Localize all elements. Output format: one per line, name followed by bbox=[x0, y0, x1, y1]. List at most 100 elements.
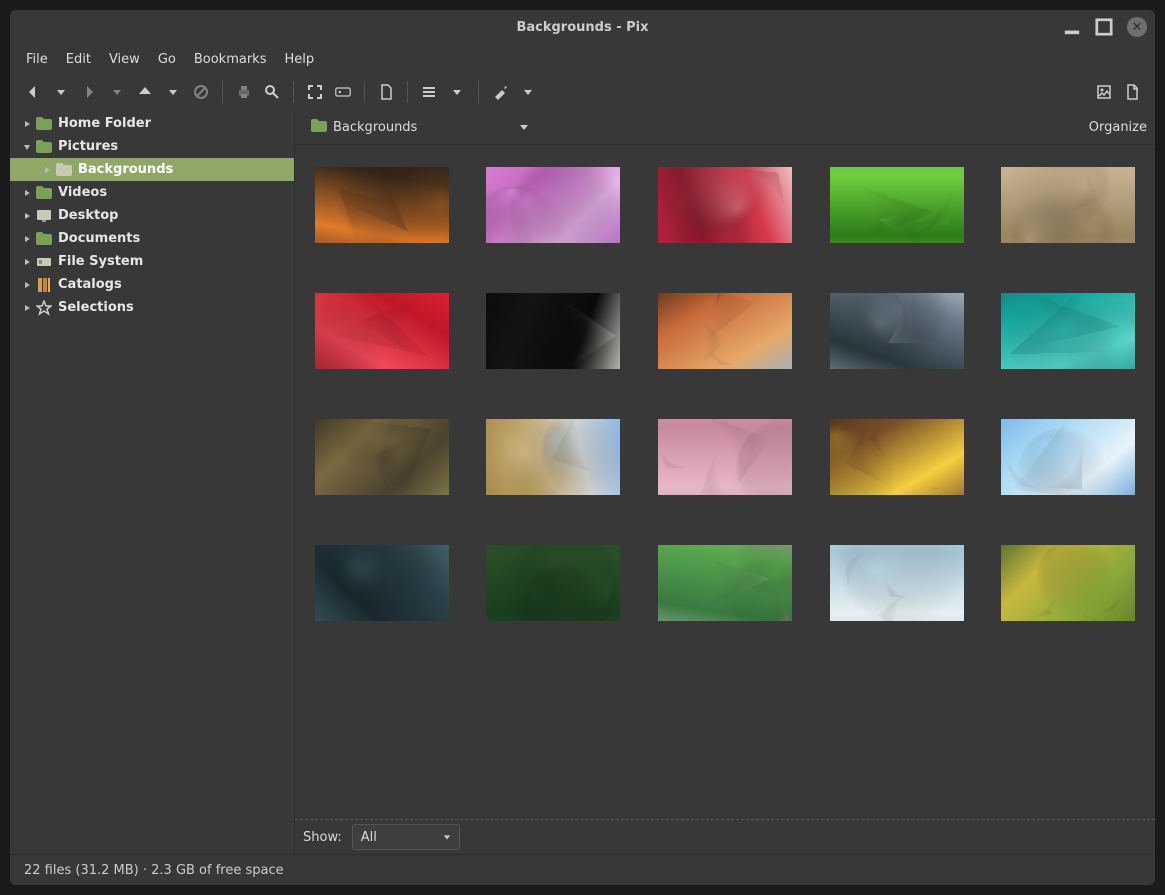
expand-icon[interactable] bbox=[20, 189, 34, 197]
thumbnail[interactable] bbox=[824, 545, 970, 621]
sidebar-item-desktop[interactable]: Desktop bbox=[10, 204, 294, 227]
expand-icon[interactable] bbox=[20, 304, 34, 312]
print-button[interactable] bbox=[231, 78, 257, 106]
expand-icon[interactable] bbox=[20, 235, 34, 243]
thumbnail[interactable] bbox=[995, 545, 1141, 621]
sidebar-item-videos[interactable]: Videos bbox=[10, 181, 294, 204]
folder-icon bbox=[56, 162, 72, 178]
sidebar-item-backgrounds[interactable]: Backgrounds bbox=[10, 158, 294, 181]
separator bbox=[364, 81, 365, 103]
sidebar-item-label: Pictures bbox=[58, 139, 118, 154]
filesystem-icon bbox=[36, 254, 52, 270]
new-file-button[interactable] bbox=[373, 78, 399, 106]
thumbnail[interactable] bbox=[652, 293, 798, 369]
expand-icon[interactable] bbox=[40, 166, 54, 174]
edit-image-button[interactable] bbox=[1119, 78, 1145, 106]
minimize-button[interactable] bbox=[1063, 18, 1081, 36]
thumbnail[interactable] bbox=[309, 419, 455, 495]
catalogs-icon bbox=[36, 277, 52, 293]
thumbnail[interactable] bbox=[652, 545, 798, 621]
thumbnail-viewer[interactable] bbox=[295, 145, 1155, 819]
thumbnail[interactable] bbox=[995, 167, 1141, 243]
expand-icon[interactable] bbox=[20, 258, 34, 266]
filter-bar: Show: All bbox=[295, 819, 1155, 854]
sidebar-item-file-system[interactable]: File System bbox=[10, 250, 294, 273]
folder-icon bbox=[311, 119, 327, 136]
tools-menu[interactable] bbox=[515, 78, 541, 106]
thumbnail[interactable] bbox=[824, 167, 970, 243]
nav-back-button[interactable] bbox=[20, 78, 46, 106]
separator bbox=[293, 81, 294, 103]
nav-up-menu[interactable] bbox=[160, 78, 186, 106]
slideshow-button[interactable] bbox=[330, 78, 356, 106]
documents-icon bbox=[36, 231, 52, 247]
tools-button[interactable] bbox=[487, 78, 513, 106]
window-controls: ✕ bbox=[1063, 10, 1147, 44]
filter-select[interactable]: All bbox=[352, 824, 460, 850]
thumbnail[interactable] bbox=[995, 419, 1141, 495]
thumbnail[interactable] bbox=[652, 419, 798, 495]
videos-icon bbox=[36, 185, 52, 201]
organize-button[interactable]: Organize bbox=[1089, 120, 1147, 135]
menu-go[interactable]: Go bbox=[150, 48, 184, 71]
thumbnail[interactable] bbox=[309, 167, 455, 243]
expand-icon[interactable] bbox=[20, 281, 34, 289]
thumbnail[interactable] bbox=[481, 419, 627, 495]
breadcrumb[interactable]: Backgrounds bbox=[303, 115, 425, 140]
sidebar-item-label: Selections bbox=[58, 300, 134, 315]
location-bar: Backgrounds Organize bbox=[295, 110, 1155, 145]
view-menu[interactable] bbox=[444, 78, 470, 106]
thumbnail[interactable] bbox=[995, 293, 1141, 369]
selections-icon bbox=[36, 300, 52, 316]
window-title: Backgrounds - Pix bbox=[516, 20, 648, 35]
thumbnail[interactable] bbox=[309, 545, 455, 621]
desktop-icon bbox=[36, 208, 52, 224]
sidebar-item-label: Videos bbox=[58, 185, 107, 200]
thumbnail[interactable] bbox=[481, 167, 627, 243]
nav-up-button[interactable] bbox=[132, 78, 158, 106]
maximize-button[interactable] bbox=[1095, 18, 1113, 36]
sidebar-item-label: Backgrounds bbox=[78, 162, 173, 177]
thumbnail[interactable] bbox=[309, 293, 455, 369]
sidebar-item-home-folder[interactable]: Home Folder bbox=[10, 112, 294, 135]
body: Home Folder Pictures Backgrounds Videos Desk… bbox=[10, 110, 1155, 854]
thumbnail[interactable] bbox=[481, 293, 627, 369]
titlebar: Backgrounds - Pix ✕ bbox=[10, 10, 1155, 44]
show-label: Show: bbox=[303, 830, 342, 845]
thumbnail[interactable] bbox=[652, 167, 798, 243]
list-view-button[interactable] bbox=[416, 78, 442, 106]
menu-help[interactable]: Help bbox=[276, 48, 322, 71]
sidebar-item-label: Home Folder bbox=[58, 116, 151, 131]
sidebar-item-label: Desktop bbox=[58, 208, 118, 223]
fullscreen-button[interactable] bbox=[302, 78, 328, 106]
filter-value: All bbox=[361, 830, 377, 845]
sidebar-item-selections[interactable]: Selections bbox=[10, 296, 294, 319]
stop-button[interactable] bbox=[188, 78, 214, 106]
sidebar-item-documents[interactable]: Documents bbox=[10, 227, 294, 250]
sidebar-item-pictures[interactable]: Pictures bbox=[10, 135, 294, 158]
separator bbox=[407, 81, 408, 103]
thumbnail-grid bbox=[309, 167, 1141, 621]
search-button[interactable] bbox=[259, 78, 285, 106]
sidebar-item-label: File System bbox=[58, 254, 143, 269]
thumbnail[interactable] bbox=[824, 419, 970, 495]
nav-forward-button[interactable] bbox=[76, 78, 102, 106]
sidebar-item-label: Catalogs bbox=[58, 277, 122, 292]
nav-back-menu[interactable] bbox=[48, 78, 74, 106]
close-button[interactable]: ✕ bbox=[1127, 17, 1147, 37]
sidebar-item-catalogs[interactable]: Catalogs bbox=[10, 273, 294, 296]
thumbnail[interactable] bbox=[481, 545, 627, 621]
location-dropdown[interactable] bbox=[511, 113, 537, 141]
thumbnail[interactable] bbox=[824, 293, 970, 369]
menubar: File Edit View Go Bookmarks Help bbox=[10, 44, 1155, 74]
expand-icon[interactable] bbox=[20, 143, 34, 151]
menu-edit[interactable]: Edit bbox=[58, 48, 99, 71]
separator bbox=[222, 81, 223, 103]
expand-icon[interactable] bbox=[20, 212, 34, 220]
expand-icon[interactable] bbox=[20, 120, 34, 128]
nav-forward-menu[interactable] bbox=[104, 78, 130, 106]
menu-view[interactable]: View bbox=[101, 48, 148, 71]
properties-button[interactable] bbox=[1091, 78, 1117, 106]
menu-bookmarks[interactable]: Bookmarks bbox=[186, 48, 275, 71]
menu-file[interactable]: File bbox=[18, 48, 56, 71]
